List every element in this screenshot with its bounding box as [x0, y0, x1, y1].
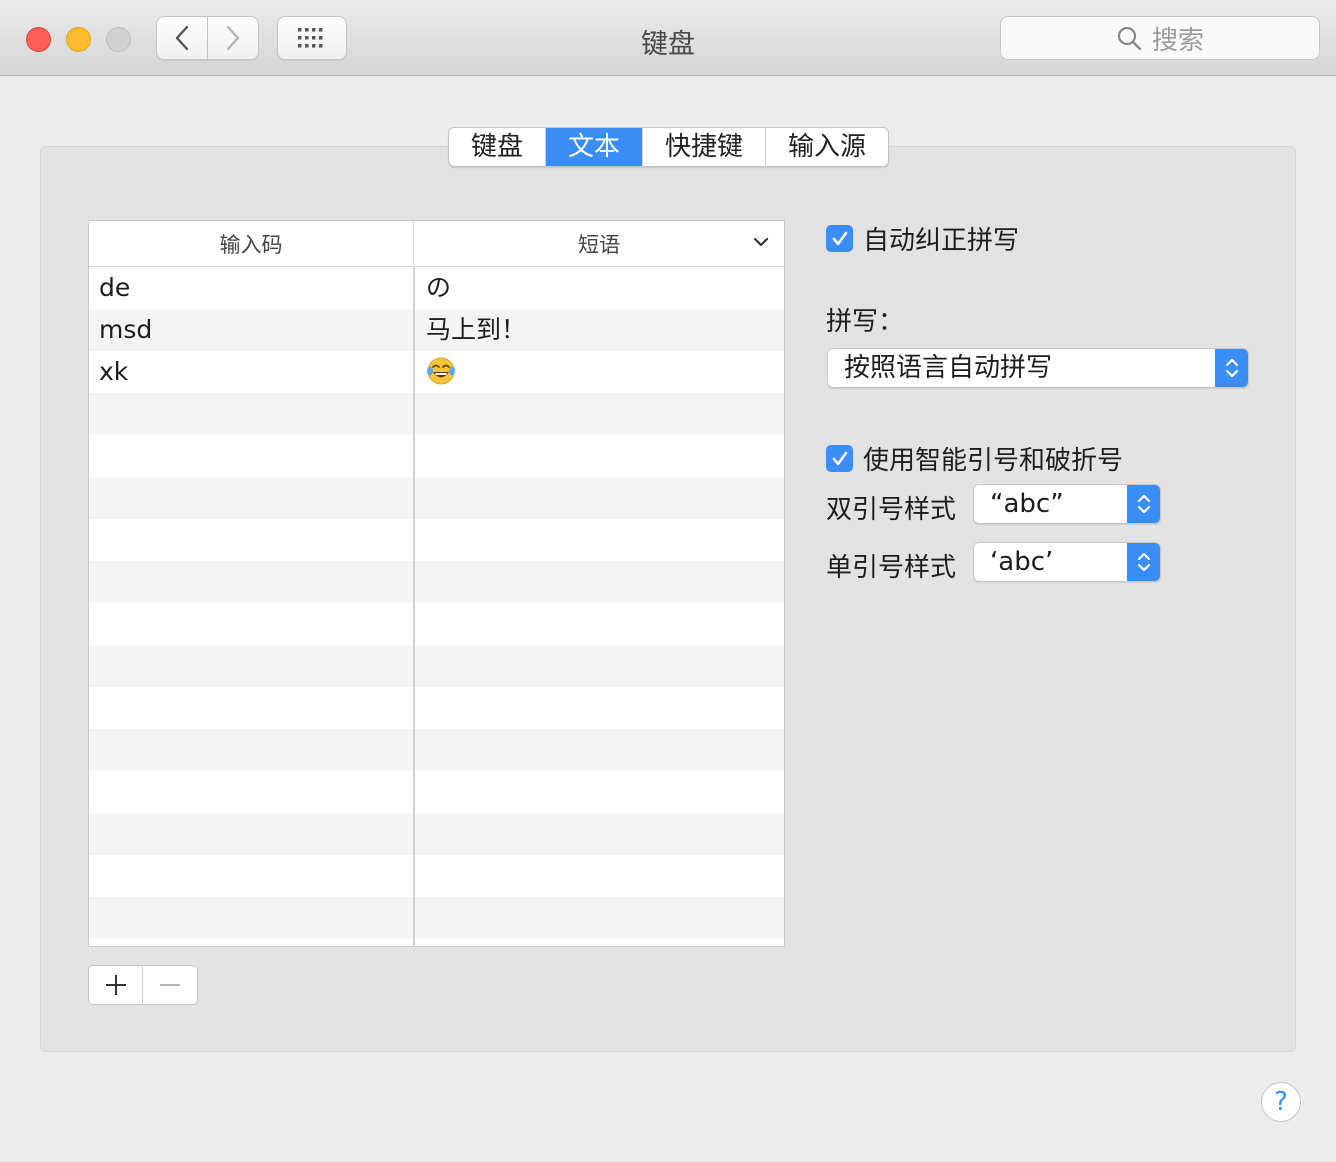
- popup-arrows: [1127, 543, 1160, 581]
- tab-bar: 键盘 文本 快捷键 输入源: [448, 127, 890, 167]
- smart-quotes-label: 使用智能引号和破折号: [863, 446, 1124, 476]
- plus-icon: [105, 975, 126, 995]
- table-row[interactable]: msd 马上到！: [89, 309, 784, 351]
- up-down-chevron-icon: [1225, 358, 1238, 378]
- tab-text[interactable]: 文本: [546, 128, 644, 166]
- table-body: de の msd 马上到！ xk 😂: [89, 267, 784, 946]
- tab-shortcuts[interactable]: 快捷键: [643, 128, 767, 166]
- empty-row: [89, 435, 784, 477]
- popup-arrows: [1127, 485, 1160, 523]
- empty-row: [89, 897, 784, 939]
- empty-row: [89, 771, 784, 813]
- empty-row: [89, 393, 784, 435]
- up-down-chevron-icon: [1137, 552, 1150, 572]
- spelling-popup[interactable]: 按照语言自动拼写: [827, 348, 1249, 388]
- help-button[interactable]: ?: [1261, 1082, 1301, 1122]
- minus-icon: [160, 984, 180, 986]
- table-row[interactable]: xk 😂: [89, 351, 784, 393]
- cell-phrase[interactable]: の: [414, 267, 784, 309]
- empty-row: [89, 813, 784, 855]
- table-header: 输入码 短语: [89, 221, 784, 267]
- single-quote-value: ‘abc’: [990, 547, 1054, 577]
- search-placeholder: 搜索: [1151, 25, 1204, 56]
- checkmark-icon: [832, 231, 847, 245]
- empty-row: [89, 603, 784, 645]
- smart-quotes-option[interactable]: 使用智能引号和破折号: [826, 440, 1123, 477]
- empty-row: [89, 645, 784, 687]
- single-quote-label: 单引号样式: [826, 553, 957, 583]
- cell-code[interactable]: msd: [89, 309, 414, 351]
- add-button[interactable]: [89, 966, 144, 1004]
- column-divider[interactable]: [413, 267, 415, 946]
- single-quote-popup[interactable]: ‘abc’: [973, 542, 1161, 582]
- cell-code[interactable]: xk: [89, 351, 414, 393]
- empty-row: [89, 687, 784, 729]
- empty-row: [89, 519, 784, 561]
- table-row[interactable]: de の: [89, 267, 784, 309]
- title-bar: 键盘 搜索: [0, 0, 1336, 76]
- spelling-label: 拼写：: [826, 307, 905, 337]
- spelling-popup-value: 按照语言自动拼写: [844, 353, 1053, 383]
- column-header-phrase-label: 短语: [578, 232, 620, 257]
- remove-button[interactable]: [143, 966, 197, 1004]
- face-with-tears-of-joy-emoji: [427, 357, 455, 385]
- double-quote-value: “abc”: [990, 489, 1064, 519]
- double-quote-label: 双引号样式: [826, 495, 957, 525]
- empty-row: [89, 477, 784, 519]
- sort-chevron-down-icon: [753, 237, 769, 247]
- double-quote-popup[interactable]: “abc”: [973, 484, 1161, 524]
- auto-correct-checkbox[interactable]: [826, 225, 853, 252]
- column-header-code[interactable]: 输入码: [89, 221, 414, 266]
- empty-row: [89, 561, 784, 603]
- popup-arrows: [1215, 349, 1248, 387]
- cell-code[interactable]: de: [89, 267, 414, 309]
- text-replacement-table[interactable]: 输入码 短语 de の msd 马上到！ xk 😂: [88, 220, 785, 947]
- smart-quotes-checkbox[interactable]: [826, 445, 853, 472]
- auto-correct-label: 自动纠正拼写: [863, 226, 1020, 256]
- column-header-phrase[interactable]: 短语: [414, 221, 784, 266]
- empty-row: [89, 855, 784, 897]
- cell-phrase[interactable]: 马上到！: [414, 309, 784, 351]
- add-remove-control: [88, 965, 198, 1005]
- checkmark-icon: [832, 451, 847, 465]
- tab-keyboard[interactable]: 键盘: [449, 128, 547, 166]
- empty-row: [89, 939, 784, 946]
- up-down-chevron-icon: [1137, 494, 1150, 514]
- cell-phrase[interactable]: 😂: [414, 351, 784, 393]
- search-field[interactable]: 搜索: [1000, 16, 1320, 60]
- empty-row: [89, 729, 784, 771]
- tab-input-sources[interactable]: 输入源: [766, 128, 888, 166]
- search-icon: [1117, 26, 1142, 51]
- auto-correct-option[interactable]: 自动纠正拼写: [826, 220, 1019, 257]
